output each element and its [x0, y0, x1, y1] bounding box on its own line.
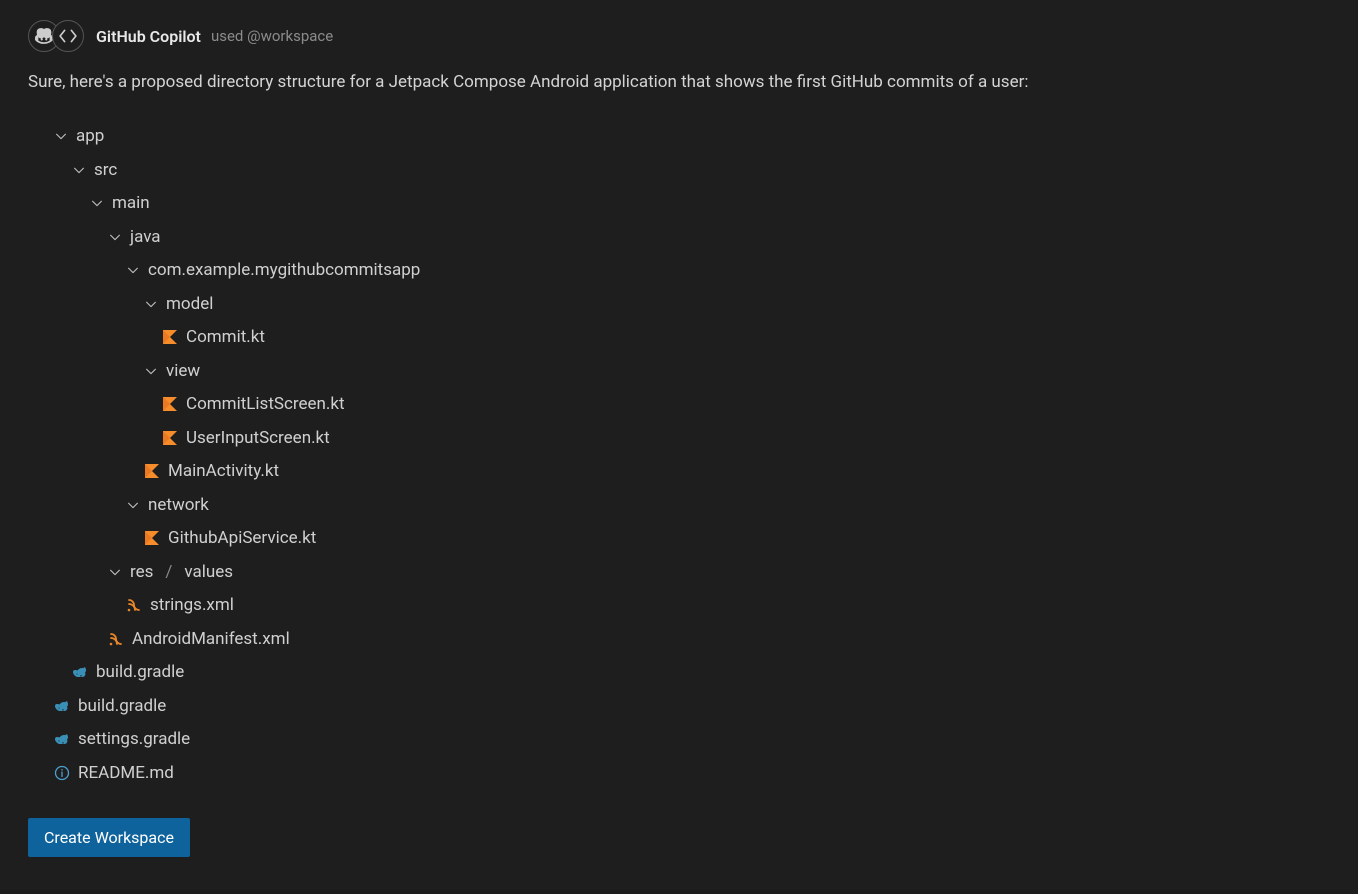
- tree-row[interactable]: README.md: [54, 756, 1330, 790]
- folder-label: view: [166, 361, 200, 381]
- folder-label: model: [166, 294, 213, 314]
- chevron-down-icon: [144, 364, 158, 378]
- tree-row[interactable]: network: [54, 488, 1330, 522]
- tree-row[interactable]: build.gradle: [54, 656, 1330, 690]
- gradle-file-icon: [54, 698, 70, 714]
- info-file-icon: [54, 765, 70, 781]
- tree-row[interactable]: view: [54, 354, 1330, 388]
- chevron-down-icon: [54, 129, 68, 143]
- file-label: strings.xml: [150, 595, 234, 615]
- tree-row[interactable]: res / values: [54, 555, 1330, 589]
- tree-row[interactable]: strings.xml: [54, 589, 1330, 623]
- folder-label: com.example.mygithubcommitsapp: [148, 260, 420, 280]
- tree-row[interactable]: Commit.kt: [54, 321, 1330, 355]
- file-label: AndroidManifest.xml: [132, 629, 290, 649]
- folder-label: res: [130, 562, 153, 582]
- chevron-down-icon: [108, 230, 122, 244]
- kotlin-file-icon: [144, 463, 160, 479]
- gradle-file-icon: [72, 664, 88, 680]
- gradle-file-icon: [54, 731, 70, 747]
- tree-row[interactable]: src: [54, 153, 1330, 187]
- kotlin-file-icon: [162, 430, 178, 446]
- chevron-down-icon: [108, 565, 122, 579]
- file-label: UserInputScreen.kt: [186, 428, 330, 448]
- folder-label: app: [76, 126, 104, 146]
- chevron-down-icon: [126, 498, 140, 512]
- intro-text: Sure, here's a proposed directory struct…: [28, 70, 1330, 96]
- xml-file-icon: [126, 597, 142, 613]
- file-label: README.md: [78, 763, 174, 783]
- tree-row[interactable]: GithubApiService.kt: [54, 522, 1330, 556]
- tree-row[interactable]: AndroidManifest.xml: [54, 622, 1330, 656]
- code-icon: [52, 20, 84, 52]
- file-label: build.gradle: [96, 662, 184, 682]
- tree-row[interactable]: model: [54, 287, 1330, 321]
- file-label: MainActivity.kt: [168, 461, 279, 481]
- header-used-label: used @workspace: [211, 27, 333, 45]
- folder-label: src: [94, 160, 117, 180]
- file-label: Commit.kt: [186, 327, 265, 347]
- tree-row[interactable]: MainActivity.kt: [54, 455, 1330, 489]
- tree-row[interactable]: app: [54, 120, 1330, 154]
- folder-label: network: [148, 495, 209, 515]
- kotlin-file-icon: [162, 396, 178, 412]
- path-separator: /: [165, 562, 172, 582]
- kotlin-file-icon: [144, 530, 160, 546]
- chat-header: GitHub Copilot used @workspace: [28, 20, 1330, 52]
- tree-row[interactable]: com.example.mygithubcommitsapp: [54, 254, 1330, 288]
- file-label: build.gradle: [78, 696, 166, 716]
- chevron-down-icon: [126, 263, 140, 277]
- file-label: CommitListScreen.kt: [186, 394, 345, 414]
- chevron-down-icon: [144, 297, 158, 311]
- folder-label: java: [130, 227, 161, 247]
- chevron-down-icon: [72, 163, 86, 177]
- xml-file-icon: [108, 631, 124, 647]
- tree-row[interactable]: java: [54, 220, 1330, 254]
- tree-row[interactable]: settings.gradle: [54, 723, 1330, 757]
- chevron-down-icon: [90, 196, 104, 210]
- folder-label: main: [112, 193, 150, 213]
- tree-row[interactable]: main: [54, 187, 1330, 221]
- file-label: GithubApiService.kt: [168, 528, 316, 548]
- directory-tree: app src main java com.example.mygithubcommit…: [54, 120, 1330, 790]
- header-icon-group: [28, 20, 84, 52]
- kotlin-file-icon: [162, 329, 178, 345]
- header-title: GitHub Copilot: [96, 27, 201, 46]
- folder-label: values: [184, 562, 233, 582]
- tree-row[interactable]: UserInputScreen.kt: [54, 421, 1330, 455]
- create-workspace-button[interactable]: Create Workspace: [28, 818, 190, 857]
- file-label: settings.gradle: [78, 729, 190, 749]
- tree-row[interactable]: build.gradle: [54, 689, 1330, 723]
- tree-row[interactable]: CommitListScreen.kt: [54, 388, 1330, 422]
